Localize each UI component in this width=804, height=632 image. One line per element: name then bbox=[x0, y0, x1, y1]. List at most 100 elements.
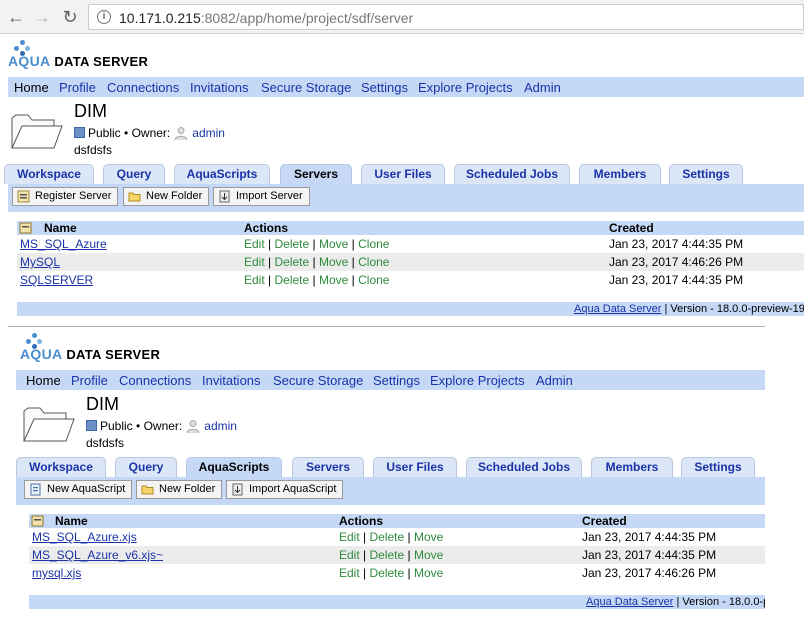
import-aquascript-button[interactable]: Import AquaScript bbox=[226, 480, 344, 499]
tab-members[interactable]: Members bbox=[591, 457, 673, 477]
col-created[interactable]: Created bbox=[582, 514, 627, 528]
action-edit-link[interactable]: Edit bbox=[339, 566, 360, 580]
row-actions: Edit | Delete | Move | Clone bbox=[244, 237, 389, 251]
footer-bar: Aqua Data Server | Version - 18.0.0-p bbox=[29, 595, 765, 609]
grid-settings-icon[interactable] bbox=[19, 222, 32, 234]
action-edit-link[interactable]: Edit bbox=[339, 530, 360, 544]
owner-link[interactable]: admin bbox=[192, 126, 225, 140]
action-edit-link[interactable]: Edit bbox=[244, 273, 265, 287]
action-delete-link[interactable]: Delete bbox=[369, 548, 404, 562]
owner-link[interactable]: admin bbox=[204, 419, 237, 433]
action-delete-link[interactable]: Delete bbox=[369, 530, 404, 544]
public-lock-icon bbox=[86, 420, 97, 431]
action-move-link[interactable]: Move bbox=[414, 566, 443, 580]
import-server-button[interactable]: Import Server bbox=[213, 187, 310, 206]
menu-invitations[interactable]: Invitations bbox=[202, 373, 261, 388]
menu-settings[interactable]: Settings bbox=[373, 373, 420, 388]
logo-aqua: AQUA bbox=[8, 53, 51, 69]
menu-profile[interactable]: Profile bbox=[59, 80, 96, 95]
register-server-button[interactable]: Register Server bbox=[12, 187, 119, 206]
url-path: :8082/app/home/project/sdf/server bbox=[200, 10, 414, 26]
info-icon[interactable]: i bbox=[97, 10, 111, 24]
col-name[interactable]: Name bbox=[44, 221, 77, 235]
menu-profile[interactable]: Profile bbox=[71, 373, 108, 388]
back-arrow-icon[interactable]: ← bbox=[6, 7, 26, 27]
action-separator: | bbox=[359, 530, 370, 544]
menu-connections[interactable]: Connections bbox=[119, 373, 191, 388]
col-name[interactable]: Name bbox=[55, 514, 88, 528]
menu-settings[interactable]: Settings bbox=[361, 80, 408, 95]
browser-toolbar: ← → ↻ i 10.171.0.215:8082/app/home/proje… bbox=[0, 0, 804, 34]
action-separator: | bbox=[309, 237, 319, 251]
tab-user-files[interactable]: User Files bbox=[373, 457, 457, 477]
address-bar[interactable]: i 10.171.0.215:8082/app/home/project/sdf… bbox=[88, 4, 804, 30]
owner-label: Owner: bbox=[131, 126, 171, 140]
logo-data-server: DATA SERVER bbox=[66, 347, 161, 362]
footer-link[interactable]: Aqua Data Server bbox=[574, 303, 661, 315]
menu-invitations[interactable]: Invitations bbox=[190, 80, 249, 95]
project-description: dsfdsfs bbox=[74, 143, 113, 157]
logo-data-server: DATA SERVER bbox=[54, 54, 149, 69]
tab-user-files[interactable]: User Files bbox=[361, 164, 445, 184]
tab-members[interactable]: Members bbox=[579, 164, 661, 184]
tab-scheduled-jobs[interactable]: Scheduled Jobs bbox=[454, 164, 570, 184]
menu-connections[interactable]: Connections bbox=[107, 80, 179, 95]
project-meta: Public • Owner: admin bbox=[74, 126, 225, 140]
action-move-link[interactable]: Move bbox=[319, 237, 348, 251]
action-move-link[interactable]: Move bbox=[414, 548, 443, 562]
row-created: Jan 23, 2017 4:44:35 PM bbox=[609, 237, 744, 251]
menu-explore-projects[interactable]: Explore Projects bbox=[430, 373, 525, 388]
row-name-link[interactable]: SQLSERVER bbox=[20, 273, 93, 287]
tab-aquascripts[interactable]: AquaScripts bbox=[174, 164, 270, 184]
tab-query[interactable]: Query bbox=[103, 164, 165, 184]
tab-workspace[interactable]: Workspace bbox=[4, 164, 94, 184]
new-folder-button[interactable]: New Folder bbox=[123, 187, 210, 206]
tab-servers[interactable]: Servers bbox=[280, 164, 352, 184]
tab-aquascripts[interactable]: AquaScripts bbox=[186, 457, 282, 477]
row-name-link[interactable]: MySQL bbox=[20, 255, 60, 269]
action-delete-link[interactable]: Delete bbox=[274, 255, 309, 269]
action-clone-link[interactable]: Clone bbox=[358, 273, 389, 287]
menu-secure-storage[interactable]: Secure Storage bbox=[273, 373, 363, 388]
menu-admin[interactable]: Admin bbox=[536, 373, 573, 388]
row-name-link[interactable]: mysql.xjs bbox=[32, 566, 81, 580]
forward-arrow-icon[interactable]: → bbox=[32, 7, 52, 27]
url-text[interactable]: 10.171.0.215:8082/app/home/project/sdf/s… bbox=[119, 10, 413, 26]
menu-home[interactable]: Home bbox=[14, 80, 49, 95]
new-folder-button[interactable]: New Folder bbox=[136, 480, 223, 499]
action-edit-link[interactable]: Edit bbox=[339, 548, 360, 562]
action-clone-link[interactable]: Clone bbox=[358, 237, 389, 251]
action-edit-link[interactable]: Edit bbox=[244, 255, 265, 269]
row-name-link[interactable]: MS_SQL_Azure bbox=[20, 237, 107, 251]
action-move-link[interactable]: Move bbox=[319, 273, 348, 287]
menu-home[interactable]: Home bbox=[26, 373, 61, 388]
url-host: 10.171.0.215 bbox=[119, 10, 201, 26]
action-delete-link[interactable]: Delete bbox=[274, 273, 309, 287]
new-folder-icon bbox=[141, 485, 154, 495]
tab-settings[interactable]: Settings bbox=[669, 164, 743, 184]
menu-admin[interactable]: Admin bbox=[524, 80, 561, 95]
table-row: SQLSERVER Edit | Delete | Move | Clone Jan… bbox=[17, 271, 804, 289]
col-created[interactable]: Created bbox=[609, 221, 654, 235]
menu-explore-projects[interactable]: Explore Projects bbox=[418, 80, 513, 95]
tab-settings[interactable]: Settings bbox=[681, 457, 755, 477]
tab-query[interactable]: Query bbox=[115, 457, 177, 477]
tab-scheduled-jobs[interactable]: Scheduled Jobs bbox=[466, 457, 582, 477]
action-clone-link[interactable]: Clone bbox=[358, 255, 389, 269]
row-actions: Edit | Delete | Move bbox=[339, 530, 443, 544]
action-edit-link[interactable]: Edit bbox=[244, 237, 265, 251]
action-move-link[interactable]: Move bbox=[414, 530, 443, 544]
action-delete-link[interactable]: Delete bbox=[369, 566, 404, 580]
action-move-link[interactable]: Move bbox=[319, 255, 348, 269]
tab-workspace[interactable]: Workspace bbox=[16, 457, 106, 477]
row-name-link[interactable]: MS_SQL_Azure.xjs bbox=[32, 530, 137, 544]
tab-servers[interactable]: Servers bbox=[292, 457, 364, 477]
footer-link[interactable]: Aqua Data Server bbox=[586, 596, 673, 608]
logo-aqua: AQUA bbox=[20, 346, 63, 362]
action-delete-link[interactable]: Delete bbox=[274, 237, 309, 251]
grid-settings-icon[interactable] bbox=[31, 515, 44, 527]
new-aquascript-button[interactable]: New AquaScript bbox=[24, 480, 133, 499]
row-name-link[interactable]: MS_SQL_Azure_v6.xjs~ bbox=[32, 548, 163, 562]
reload-icon[interactable]: ↻ bbox=[60, 7, 80, 27]
menu-secure-storage[interactable]: Secure Storage bbox=[261, 80, 351, 95]
